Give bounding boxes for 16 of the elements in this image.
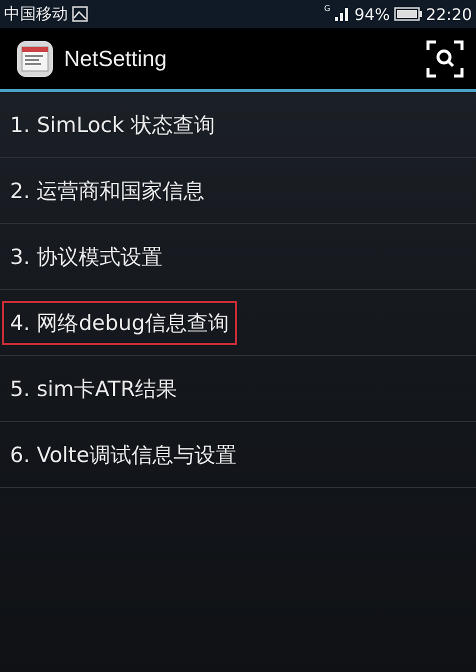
menu-item[interactable]: 3. 协议模式设置	[2, 234, 171, 278]
network-type: G	[324, 4, 330, 13]
battery-icon	[394, 7, 422, 21]
menu-item[interactable]: 5. sim卡ATR结果	[2, 366, 186, 410]
battery-percent: 94%	[354, 4, 390, 24]
menu-item[interactable]: 1. SimLock 状态查询	[2, 102, 223, 146]
clock: 22:20	[426, 4, 472, 24]
carrier-name: 中国移动	[4, 4, 68, 24]
menu-item[interactable]: 4. 网络debug信息查询	[2, 300, 237, 344]
app-icon	[16, 40, 54, 78]
app-title: NetSetting	[64, 46, 167, 72]
menu-item[interactable]: 2. 运营商和国家信息	[2, 168, 213, 212]
search-icon[interactable]	[426, 40, 464, 78]
image-notification-icon	[72, 6, 88, 22]
signal-icon	[334, 6, 350, 22]
menu-item[interactable]: 6. Volte调试信息与设置	[2, 432, 244, 476]
